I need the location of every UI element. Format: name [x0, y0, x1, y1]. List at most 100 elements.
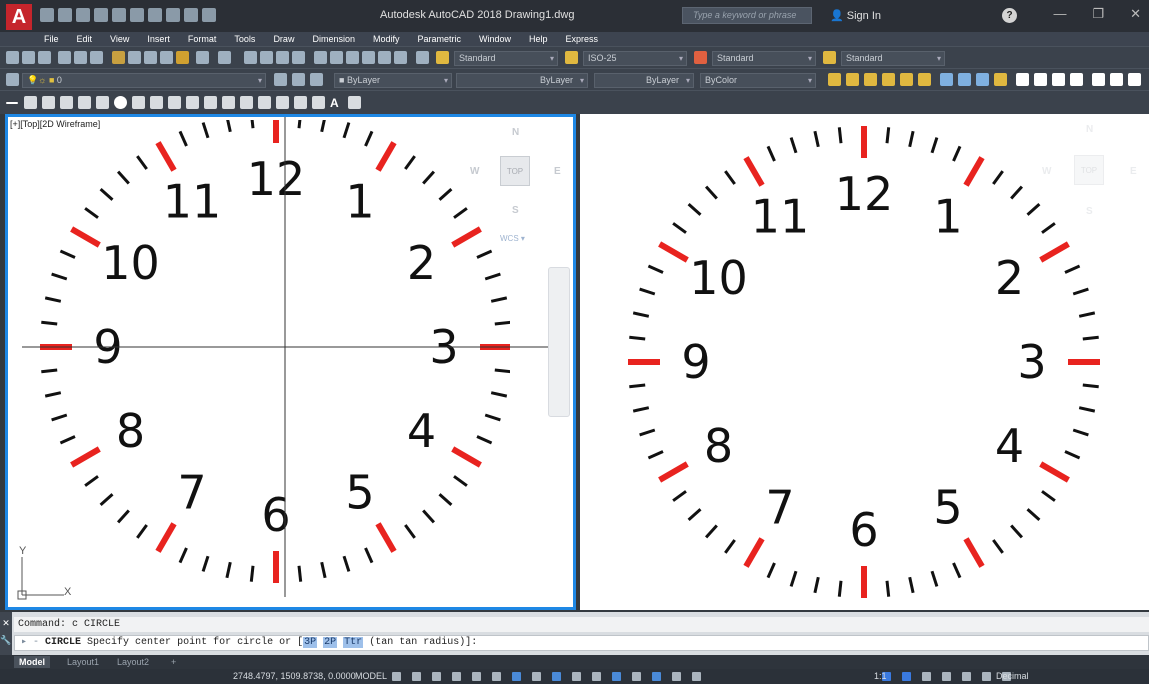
multiline-text-icon[interactable]: A: [330, 96, 343, 110]
table-style-dropdown[interactable]: Standard ▾: [712, 51, 816, 66]
save-icon[interactable]: [38, 51, 51, 64]
isodraft-toggle-icon[interactable]: [472, 672, 481, 681]
help-icon[interactable]: [416, 51, 429, 64]
minute-mark[interactable]: [1064, 264, 1081, 274]
minute-mark[interactable]: [1010, 524, 1024, 539]
menu-parametric[interactable]: Parametric: [418, 32, 462, 46]
table-icon[interactable]: [312, 96, 325, 109]
minute-mark[interactable]: [837, 127, 843, 144]
menu-modify[interactable]: Modify: [373, 32, 400, 46]
help-icon[interactable]: ?: [1002, 8, 1017, 23]
clock-number[interactable]: 12: [835, 167, 894, 221]
layer-match-icon[interactable]: [310, 73, 323, 86]
minute-mark[interactable]: [908, 130, 915, 148]
view-tool-icon[interactable]: [976, 73, 989, 86]
text-style-dropdown[interactable]: Standard ▾: [454, 51, 558, 66]
minute-mark[interactable]: [639, 428, 656, 437]
insert-block-icon[interactable]: [204, 96, 217, 109]
minute-mark[interactable]: [724, 539, 736, 554]
design-center-icon[interactable]: [330, 51, 343, 64]
search-input[interactable]: Type a keyword or phrase: [682, 7, 812, 24]
cut-icon[interactable]: [112, 51, 125, 64]
option-ttr[interactable]: Ttr: [343, 637, 364, 648]
clock-number[interactable]: 9: [681, 335, 710, 389]
minute-mark[interactable]: [687, 508, 702, 522]
annotation-visibility-toggle-icon[interactable]: [672, 672, 681, 681]
grid-toggle-icon[interactable]: [392, 672, 401, 681]
viewcube[interactable]: N W E S TOP: [1042, 120, 1142, 230]
menu-file[interactable]: File: [44, 32, 59, 46]
redo-icon[interactable]: [148, 8, 162, 22]
minute-mark[interactable]: [1041, 490, 1056, 502]
line-icon[interactable]: [6, 102, 18, 104]
viewport-right[interactable]: 12 1 2 3 4 5 6 7 8 9 10 11 N W E S TOP: [580, 114, 1149, 610]
minute-mark[interactable]: [837, 580, 843, 597]
clock-number[interactable]: 2: [995, 251, 1024, 305]
minute-mark[interactable]: [813, 130, 820, 148]
polar-toggle-icon[interactable]: [452, 672, 461, 681]
3d-osnap-toggle-icon[interactable]: [592, 672, 601, 681]
mleader-style-dropdown[interactable]: Standard ▾: [841, 51, 945, 66]
minute-mark[interactable]: [766, 145, 776, 162]
minute-mark[interactable]: [952, 562, 962, 579]
osnap-tracking-toggle-icon[interactable]: [492, 672, 501, 681]
minute-mark[interactable]: [1078, 406, 1096, 413]
match-properties-icon[interactable]: [160, 51, 173, 64]
quickcalc-icon[interactable]: [394, 51, 407, 64]
minute-mark[interactable]: [639, 287, 656, 296]
menu-dimension[interactable]: Dimension: [312, 32, 355, 46]
hatch-icon[interactable]: [258, 96, 271, 109]
snap-toggle-icon[interactable]: [412, 672, 421, 681]
minute-mark[interactable]: [992, 170, 1004, 185]
menu-tools[interactable]: Tools: [234, 32, 255, 46]
minute-mark[interactable]: [1072, 287, 1089, 296]
clock-number[interactable]: 8: [704, 419, 733, 473]
tool-palettes-icon[interactable]: [346, 51, 359, 64]
lock-ui-toggle-icon[interactable]: [982, 672, 991, 681]
minute-mark[interactable]: [1064, 450, 1081, 460]
menu-express[interactable]: Express: [566, 32, 599, 46]
viewport-tool-icon[interactable]: [1052, 73, 1065, 86]
viewport-tool-icon[interactable]: [1016, 73, 1029, 86]
layer-dropdown[interactable]: 💡☼ ■ 0 ▾: [22, 73, 266, 88]
clock-number[interactable]: 11: [751, 190, 810, 244]
dimension-tool-icon[interactable]: [882, 73, 895, 86]
open-icon[interactable]: [58, 8, 72, 22]
linetype-dropdown[interactable]: ByLayer ▾: [456, 73, 588, 88]
gizmo-toggle-icon[interactable]: [652, 672, 661, 681]
viewcube-south[interactable]: S: [1086, 206, 1093, 217]
layer-properties-icon[interactable]: [6, 73, 19, 86]
hour-mark[interactable]: [743, 156, 765, 187]
minute-mark[interactable]: [992, 539, 1004, 554]
menu-edit[interactable]: Edit: [77, 32, 93, 46]
paste-icon[interactable]: [144, 51, 157, 64]
sheet-set-icon[interactable]: [362, 51, 375, 64]
menu-window[interactable]: Window: [479, 32, 511, 46]
color-dropdown[interactable]: ■ ByLayer ▾: [334, 73, 452, 88]
minute-mark[interactable]: [672, 222, 687, 234]
clock-number[interactable]: 7: [765, 481, 794, 535]
brush-icon[interactable]: [176, 51, 189, 64]
zoom-realtime-icon[interactable]: [260, 51, 273, 64]
viewcube-west[interactable]: W: [470, 166, 479, 177]
workspace-toggle-icon[interactable]: [902, 672, 911, 681]
minute-mark[interactable]: [1082, 335, 1099, 341]
circle-icon[interactable]: [114, 96, 127, 109]
osnap-toggle-icon[interactable]: [512, 672, 521, 681]
coordinates-readout[interactable]: 2748.4797, 1509.8738, 0.0000: [233, 671, 356, 681]
option-3p[interactable]: 3P: [303, 637, 318, 648]
polyline-icon[interactable]: [42, 96, 55, 109]
restore-button[interactable]: ❐: [1092, 6, 1104, 22]
viewcube-north[interactable]: N: [512, 127, 519, 138]
minimize-button[interactable]: —: [1053, 6, 1066, 22]
minute-mark[interactable]: [930, 570, 939, 587]
minute-mark[interactable]: [629, 383, 646, 389]
minute-mark[interactable]: [724, 170, 736, 185]
undo-icon[interactable]: [196, 51, 209, 64]
autocad-logo-icon[interactable]: A: [6, 4, 32, 30]
dimension-tool-icon[interactable]: [828, 73, 841, 86]
menu-draw[interactable]: Draw: [273, 32, 294, 46]
rectangle-icon[interactable]: [78, 96, 91, 109]
close-button[interactable]: ✕: [1130, 6, 1141, 22]
option-2p[interactable]: 2P: [323, 637, 338, 648]
